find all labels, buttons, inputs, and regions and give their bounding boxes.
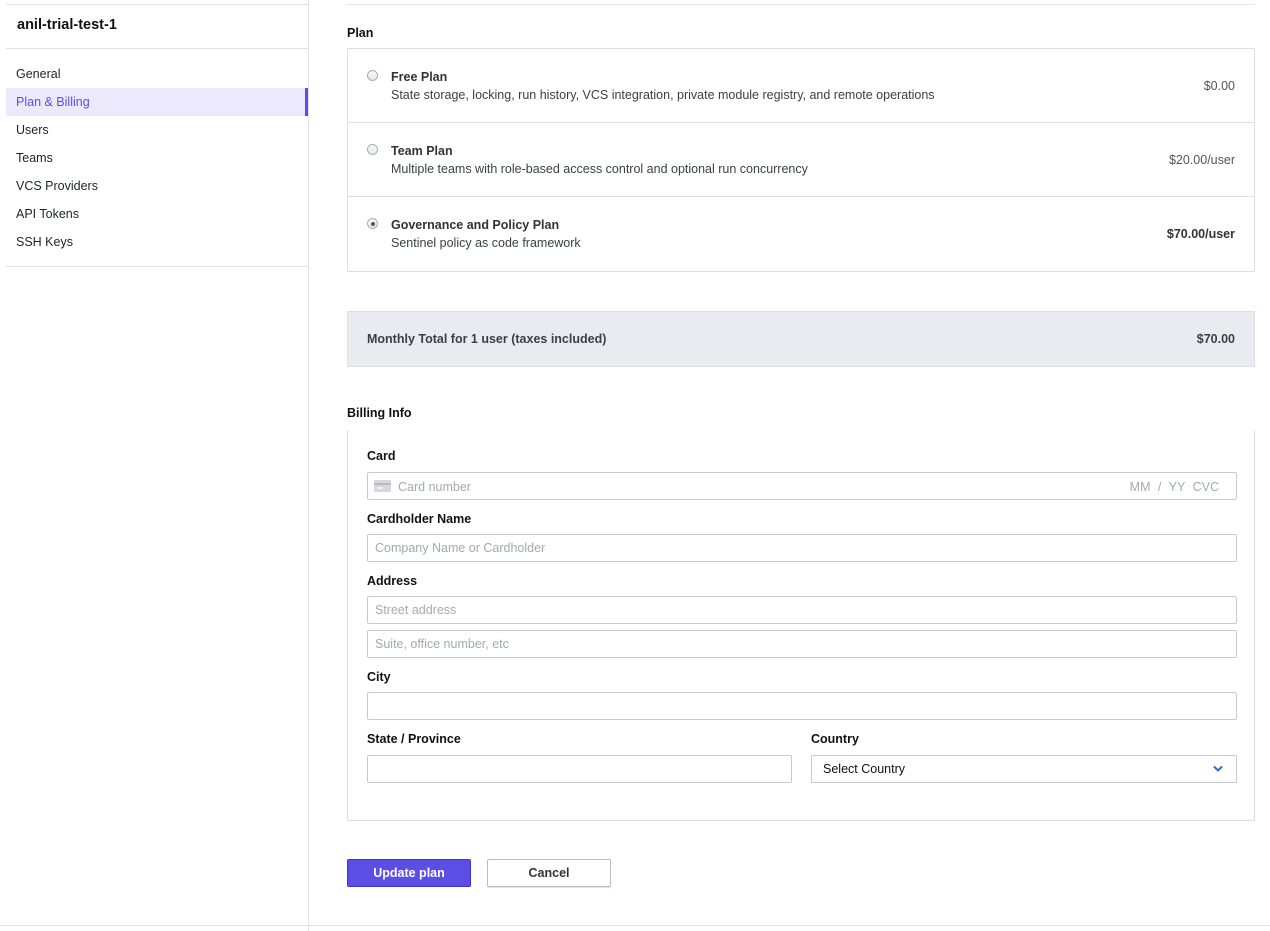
monthly-total-bar: Monthly Total for 1 user (taxes included… (347, 311, 1255, 367)
address-label: Address (367, 574, 418, 588)
plan-price: $20.00/user (1168, 153, 1235, 167)
chevron-down-icon (1213, 766, 1223, 772)
plan-price: $0.00 (1203, 79, 1235, 93)
radio-free-plan[interactable] (367, 70, 378, 81)
sidebar-item-teams[interactable]: Teams (6, 144, 308, 172)
monthly-total-value: $70.00 (1196, 332, 1235, 346)
org-name: anil-trial-test-1 (17, 17, 117, 33)
update-plan-button[interactable]: Update plan (347, 859, 471, 887)
sidebar-item-users[interactable]: Users (6, 116, 308, 144)
suite-input[interactable] (367, 630, 1237, 658)
cardholder-name-input[interactable] (367, 534, 1237, 562)
plan-option-governance[interactable]: Governance and Policy Plan Sentinel poli… (348, 197, 1254, 271)
country-select-value: Select Country (823, 762, 905, 776)
radio-governance-plan[interactable] (367, 218, 378, 229)
plan-heading: Plan (347, 26, 374, 40)
country-label: Country (811, 732, 859, 746)
credit-card-icon (374, 480, 391, 492)
plan-list: Free Plan State storage, locking, run hi… (347, 48, 1255, 272)
plan-name: Governance and Policy Plan (391, 218, 560, 232)
plan-price: $70.00/user (1166, 227, 1235, 241)
divider (6, 4, 308, 5)
sidebar-item-plan-billing[interactable]: Plan & Billing (6, 88, 308, 116)
plan-name: Team Plan (391, 144, 453, 158)
plan-option-free[interactable]: Free Plan State storage, locking, run hi… (348, 49, 1254, 123)
cancel-button[interactable]: Cancel (487, 859, 611, 887)
sidebar-nav: General Plan & Billing Users Teams VCS P… (6, 60, 308, 256)
card-label: Card (367, 449, 396, 463)
divider (0, 925, 1270, 926)
divider (347, 4, 1255, 5)
plan-description: Sentinel policy as code framework (391, 236, 581, 250)
divider (6, 48, 308, 49)
sidebar-item-vcs-providers[interactable]: VCS Providers (6, 172, 308, 200)
plan-description: Multiple teams with role-based access co… (391, 162, 808, 176)
sidebar-item-ssh-keys[interactable]: SSH Keys (6, 228, 308, 256)
sidebar-item-api-tokens[interactable]: API Tokens (6, 200, 308, 228)
sidebar-item-general[interactable]: General (6, 60, 308, 88)
plan-name: Free Plan (391, 70, 448, 84)
cardholder-label: Cardholder Name (367, 512, 472, 526)
card-number-field[interactable]: Card number MM / YY CVC (367, 472, 1237, 500)
card-expiry-cvc-placeholder: MM / YY CVC (1129, 480, 1219, 494)
sidebar: anil-trial-test-1 General Plan & Billing… (0, 0, 309, 931)
country-select[interactable]: Select Country (811, 755, 1237, 783)
plan-option-team[interactable]: Team Plan Multiple teams with role-based… (348, 123, 1254, 197)
city-input[interactable] (367, 692, 1237, 720)
divider (6, 266, 308, 267)
monthly-total-label: Monthly Total for 1 user (taxes included… (367, 332, 607, 346)
billing-info-heading: Billing Info (347, 406, 412, 420)
street-address-input[interactable] (367, 596, 1237, 624)
state-input[interactable] (367, 755, 792, 783)
city-label: City (367, 670, 391, 684)
billing-form: Card Card number MM / YY CVC Cardholder … (347, 430, 1255, 821)
radio-team-plan[interactable] (367, 144, 378, 155)
plan-description: State storage, locking, run history, VCS… (391, 88, 935, 102)
state-label: State / Province (367, 732, 461, 746)
card-number-placeholder: Card number (398, 480, 471, 494)
